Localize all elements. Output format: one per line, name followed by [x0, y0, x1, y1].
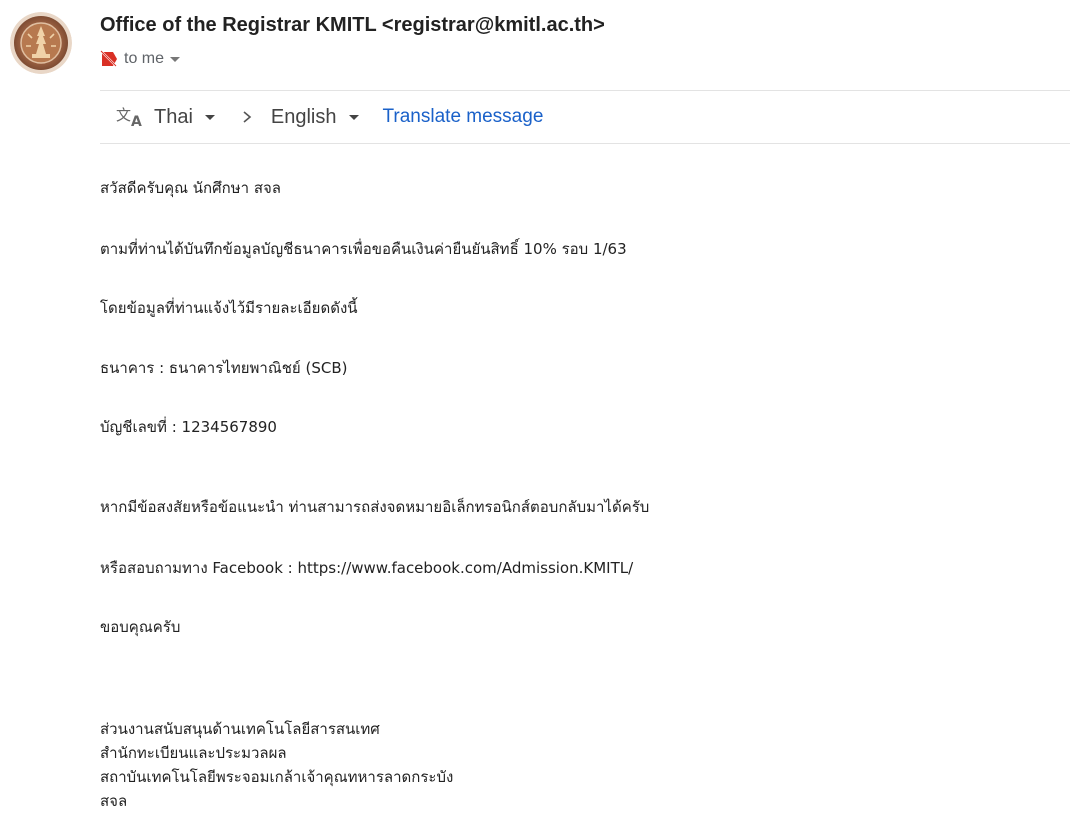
sender-avatar[interactable]	[10, 12, 72, 74]
target-language-label: English	[270, 105, 337, 128]
recipient-details-toggle[interactable]: to me	[100, 49, 181, 69]
account-detail: บัญชีเลขที่ : 1234567890	[100, 418, 277, 436]
translate-message-link[interactable]: Translate message	[383, 106, 544, 128]
translate-bar: 文 A Thai English Translate message	[100, 90, 1070, 144]
message-body: สวัสดีครับคุณ นักศึกษา สจล ตามที่ท่านได้…	[100, 178, 1000, 813]
recipient-label: to me	[124, 50, 165, 67]
kmitl-seal-logo	[10, 12, 72, 74]
signature-line: สจล	[100, 792, 128, 810]
svg-text:A: A	[131, 114, 142, 129]
greeting: สวัสดีครับคุณ นักศึกษา สจล	[100, 179, 281, 197]
signature-line: สถาบันเทคโนโลยีพระจอมเกล้าเจ้าคุณทหารลาด…	[100, 768, 454, 786]
message-line: ตามที่ท่านได้บันทึกข้อมูลบัญชีธนาคารเพื่…	[100, 240, 627, 258]
translate-icon: 文 A	[116, 106, 142, 129]
contact-line: หากมีข้อสงสัยหรือข้อแนะนำ ท่านสามารถส่งจ…	[100, 498, 650, 516]
signature-line: ส่วนงานสนับสนุนด้านเทคโนโลยีสารสนเทศ	[100, 720, 380, 738]
important-label-icon[interactable]	[100, 50, 118, 68]
target-language-select[interactable]: English	[271, 106, 359, 129]
chevron-down-icon	[204, 114, 215, 120]
message-line: โดยข้อมูลที่ท่านแจ้งไว้มีรายละเอียดดังนี…	[100, 299, 358, 317]
sender-name: Office of the Registrar KMITL <registrar…	[100, 14, 605, 36]
signature: ส่วนงานสนับสนุนด้านเทคโนโลยีสารสนเทศ สำน…	[100, 717, 1000, 813]
source-language-label: Thai	[154, 105, 193, 128]
contact-line: หรือสอบถามทาง Facebook : https://www.fac…	[100, 559, 634, 577]
chevron-down-icon[interactable]	[170, 57, 181, 62]
closing-thanks: ขอบคุณครับ	[100, 618, 181, 636]
chevron-down-icon	[348, 114, 359, 120]
source-language-select[interactable]: Thai	[154, 106, 215, 129]
svg-text:文: 文	[116, 106, 131, 124]
signature-line: สำนักทะเบียนและประมวลผล	[100, 744, 287, 762]
chevron-right-icon	[243, 111, 252, 123]
bank-detail: ธนาคาร : ธนาคารไทยพาณิชย์ (SCB)	[100, 359, 348, 377]
